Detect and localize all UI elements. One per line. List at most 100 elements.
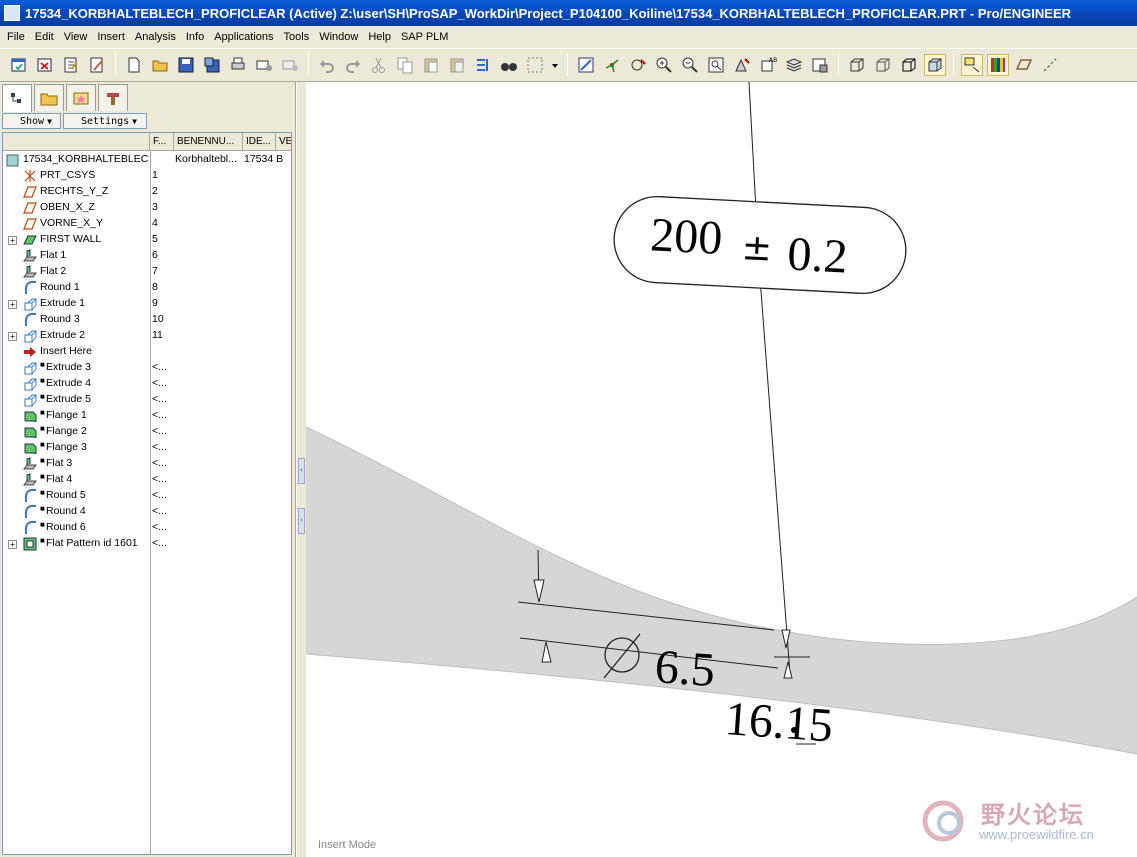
tree-item[interactable]: ■ Flange 3 <... bbox=[3, 440, 291, 456]
tree-item[interactable]: VORNE_X_Y 4 bbox=[3, 216, 291, 232]
tab-favorites[interactable] bbox=[66, 84, 96, 111]
tree-item[interactable]: ■ Flange 1 <... bbox=[3, 408, 291, 424]
menu-view[interactable]: View bbox=[59, 31, 93, 43]
menu-analysis[interactable]: Analysis bbox=[130, 31, 181, 43]
tree-item[interactable]: ■ Extrude 4 <... bbox=[3, 376, 291, 392]
selection-dropdown-icon[interactable] bbox=[550, 54, 560, 76]
tree-item[interactable]: + FIRST WALL 5 bbox=[3, 232, 291, 248]
shading-icon[interactable] bbox=[924, 54, 946, 76]
tree-item[interactable]: ■ Flat 4 <... bbox=[3, 472, 291, 488]
column-header-ve[interactable]: VE bbox=[276, 133, 291, 151]
view-manager-icon[interactable] bbox=[809, 54, 831, 76]
tree-item-label: Flange 3 bbox=[46, 441, 87, 453]
menu-tools[interactable]: Tools bbox=[279, 31, 315, 43]
send-mail-icon[interactable] bbox=[253, 54, 275, 76]
tree-item[interactable]: ■ Round 4 <... bbox=[3, 504, 291, 520]
spin-center-icon[interactable] bbox=[601, 54, 623, 76]
zoom-out-icon[interactable] bbox=[679, 54, 701, 76]
panel-splitter[interactable]: ‹ › bbox=[296, 82, 306, 857]
open-folder-icon[interactable] bbox=[149, 54, 171, 76]
zoom-in-icon[interactable] bbox=[653, 54, 675, 76]
datum-planes-icon[interactable] bbox=[1013, 54, 1035, 76]
tab-folder-browser[interactable] bbox=[34, 84, 64, 111]
no-hidden-icon[interactable] bbox=[898, 54, 920, 76]
tree-item[interactable]: + ■ Flat Pattern id 1601 <... bbox=[3, 536, 291, 552]
column-header-feature-number[interactable]: F... bbox=[150, 133, 174, 151]
settings-dropdown[interactable]: Settings ▼ bbox=[63, 113, 147, 129]
round-icon bbox=[25, 521, 36, 534]
menu-help[interactable]: Help bbox=[363, 31, 396, 43]
column-header-ident[interactable]: IDE... bbox=[243, 133, 276, 151]
edit-definition-icon[interactable] bbox=[86, 54, 108, 76]
appearance-colors-icon[interactable] bbox=[987, 54, 1009, 76]
paste-special-icon[interactable] bbox=[446, 54, 468, 76]
tree-item[interactable]: ■ Flange 2 <... bbox=[3, 424, 291, 440]
expand-toggle-icon[interactable]: + bbox=[8, 236, 17, 245]
menu-applications[interactable]: Applications bbox=[209, 31, 278, 43]
expand-right-icon[interactable]: › bbox=[298, 508, 305, 534]
tree-item[interactable]: Flat 2 7 bbox=[3, 264, 291, 280]
tree-item[interactable]: ■ Extrude 3 <... bbox=[3, 360, 291, 376]
datum-display-icon[interactable] bbox=[961, 54, 983, 76]
tree-root-item[interactable]: 17534_KORBHALTEBLECH Korbhaltebl... 1753… bbox=[3, 152, 291, 168]
new-file-icon[interactable] bbox=[123, 54, 145, 76]
tab-connections[interactable] bbox=[98, 84, 128, 111]
datum-axes-icon[interactable] bbox=[1039, 54, 1061, 76]
window-close-icon[interactable] bbox=[34, 54, 56, 76]
copy-icon[interactable] bbox=[394, 54, 416, 76]
regenerate-icon[interactable] bbox=[60, 54, 82, 76]
menu-window[interactable]: Window bbox=[314, 31, 363, 43]
tree-item[interactable]: RECHTS_Y_Z 2 bbox=[3, 184, 291, 200]
wireframe-icon[interactable] bbox=[846, 54, 868, 76]
tree-item[interactable]: ■ Round 6 <... bbox=[3, 520, 291, 536]
menu-file[interactable]: File bbox=[2, 31, 30, 43]
window-activate-icon[interactable] bbox=[8, 54, 30, 76]
save-copy-icon[interactable] bbox=[201, 54, 223, 76]
tree-item[interactable]: Round 3 10 bbox=[3, 312, 291, 328]
layers-icon[interactable] bbox=[783, 54, 805, 76]
undo-icon[interactable] bbox=[316, 54, 338, 76]
tab-model-tree[interactable] bbox=[2, 84, 32, 112]
menu-edit[interactable]: Edit bbox=[30, 31, 59, 43]
tree-item[interactable]: + Extrude 1 9 bbox=[3, 296, 291, 312]
reorient-icon[interactable] bbox=[731, 54, 753, 76]
tree-item[interactable]: ■ Extrude 5 <... bbox=[3, 392, 291, 408]
tree-item[interactable]: Flat 1 6 bbox=[3, 248, 291, 264]
collapse-left-icon[interactable]: ‹ bbox=[298, 458, 305, 484]
print-icon[interactable] bbox=[227, 54, 249, 76]
save-icon[interactable] bbox=[175, 54, 197, 76]
extrude-icon bbox=[24, 330, 37, 343]
redo-icon[interactable] bbox=[342, 54, 364, 76]
regenerate-manager-icon[interactable] bbox=[472, 54, 494, 76]
tree-item[interactable]: + Extrude 2 11 bbox=[3, 328, 291, 344]
orient-mode-icon[interactable] bbox=[627, 54, 649, 76]
hidden-line-icon[interactable] bbox=[872, 54, 894, 76]
tree-item[interactable]: PRT_CSYS 1 bbox=[3, 168, 291, 184]
selection-box-icon[interactable] bbox=[524, 54, 546, 76]
find-binoculars-icon[interactable] bbox=[498, 54, 520, 76]
app-icon bbox=[4, 5, 20, 21]
forum-watermark: 野火论坛 www.proewildfire.cn bbox=[919, 793, 1129, 849]
menu-sap-plm[interactable]: SAP PLM bbox=[396, 31, 454, 43]
menu-insert[interactable]: Insert bbox=[92, 31, 130, 43]
send-link-icon[interactable] bbox=[279, 54, 301, 76]
column-header-tree[interactable] bbox=[3, 133, 150, 151]
graphics-window[interactable]: 200 ± 0.2 6.5 16.15 Insert Mode 野火论坛 www… bbox=[306, 82, 1137, 857]
model-canvas[interactable]: 200 ± 0.2 6.5 16.15 bbox=[306, 82, 1137, 857]
tree-item[interactable]: Insert Here bbox=[3, 344, 291, 360]
paste-icon[interactable] bbox=[420, 54, 442, 76]
expand-toggle-icon[interactable]: + bbox=[8, 300, 17, 309]
tree-item[interactable]: ■ Flat 3 <... bbox=[3, 456, 291, 472]
tree-item[interactable]: OBEN_X_Z 3 bbox=[3, 200, 291, 216]
tree-item[interactable]: ■ Round 5 <... bbox=[3, 488, 291, 504]
menu-info[interactable]: Info bbox=[181, 31, 209, 43]
repaint-icon[interactable] bbox=[575, 54, 597, 76]
cut-icon[interactable] bbox=[368, 54, 390, 76]
refit-icon[interactable] bbox=[705, 54, 727, 76]
column-header-benennung[interactable]: BENENNU... bbox=[174, 133, 243, 151]
saved-views-icon[interactable]: AB bbox=[757, 54, 779, 76]
expand-toggle-icon[interactable]: + bbox=[8, 332, 17, 341]
show-dropdown[interactable]: Show ▼ bbox=[2, 113, 61, 129]
tree-item[interactable]: Round 1 8 bbox=[3, 280, 291, 296]
expand-toggle-icon[interactable]: + bbox=[8, 540, 17, 549]
